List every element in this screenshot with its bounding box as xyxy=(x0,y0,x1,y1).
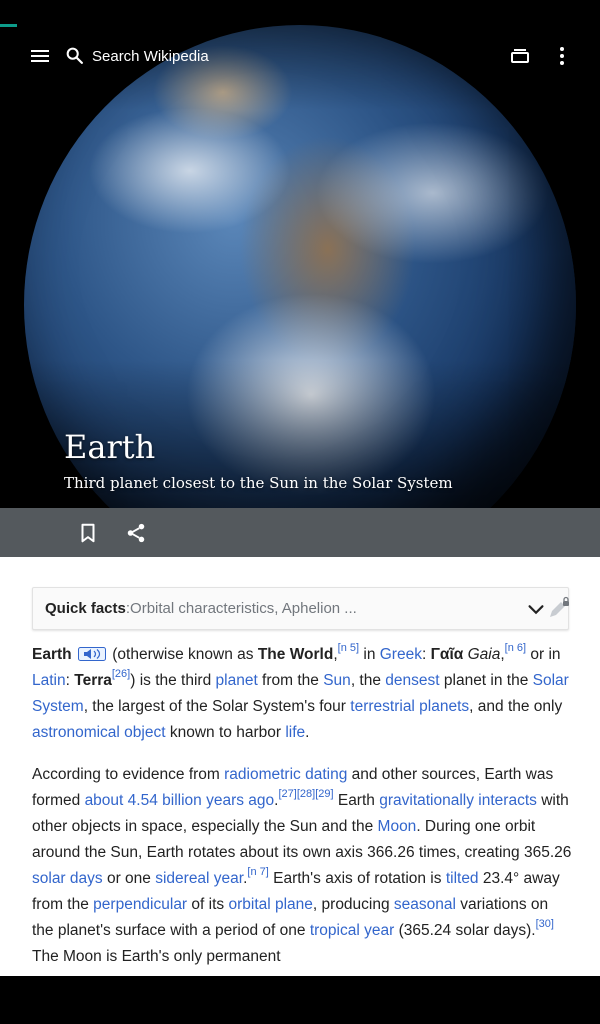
reference-link[interactable]: [n 5] xyxy=(338,642,359,654)
quick-facts-summary: Orbital characteristics, Aphelion ... xyxy=(130,600,357,617)
text: The Moon is Earth's only permanent xyxy=(32,948,281,965)
text: Earth xyxy=(333,792,380,809)
menu-button[interactable] xyxy=(16,32,64,80)
link-terrestrial-planets[interactable]: terrestrial planets xyxy=(350,698,469,715)
text: . xyxy=(305,724,310,741)
link-planet[interactable]: planet xyxy=(216,672,258,689)
link-solar-days[interactable]: solar days xyxy=(32,870,103,887)
link-moon[interactable]: Moon xyxy=(378,818,417,835)
text: : xyxy=(65,672,75,689)
tabs-button[interactable] xyxy=(496,32,544,80)
text: : xyxy=(421,646,431,663)
text: , and the only xyxy=(469,698,563,715)
system-navigation-bar xyxy=(0,976,600,1024)
link-sun[interactable]: Sun xyxy=(323,672,351,689)
text: , producing xyxy=(312,896,394,913)
tabs-icon xyxy=(511,49,529,63)
text: or one xyxy=(102,870,156,887)
article-body: Earth (otherwise known as The World,[n 5… xyxy=(32,642,572,976)
search-input[interactable]: Search Wikipedia xyxy=(64,32,464,80)
link-age-of-earth[interactable]: about 4.54 billion years ago xyxy=(85,792,275,809)
share-icon xyxy=(127,523,145,542)
link-densest[interactable]: densest xyxy=(385,672,439,689)
reference-link[interactable]: [30] xyxy=(536,918,554,930)
link-radiometric-dating[interactable]: radiometric dating xyxy=(224,766,347,783)
bold-the-world: The World xyxy=(257,646,334,663)
text: known to harbor xyxy=(165,724,286,741)
quick-facts-box[interactable]: Quick facts: Orbital characteristics, Ap… xyxy=(32,587,569,630)
link-seasonal[interactable]: seasonal xyxy=(394,896,456,913)
accent-indicator xyxy=(0,24,17,27)
link-life[interactable]: life xyxy=(285,724,305,741)
save-to-reading-list-button[interactable] xyxy=(64,508,112,557)
title-block: Earth Third planet closest to the Sun in… xyxy=(64,428,584,492)
text: from the xyxy=(257,672,324,689)
search-placeholder: Search Wikipedia xyxy=(92,47,209,65)
page-title: Earth xyxy=(64,428,156,466)
reference-link[interactable]: [28] xyxy=(297,788,315,800)
text: Earth's axis of rotation is xyxy=(268,870,446,887)
link-astronomical-object[interactable]: astronomical object xyxy=(32,724,166,741)
link-sidereal-year[interactable]: sidereal year xyxy=(155,870,243,887)
reference-link[interactable]: [27] xyxy=(278,788,296,800)
text: of its xyxy=(187,896,229,913)
text: in xyxy=(359,646,380,663)
link-orbital-plane[interactable]: orbital plane xyxy=(228,896,312,913)
text: planet in the xyxy=(439,672,533,689)
article-content: Quick facts: Orbital characteristics, Ap… xyxy=(0,557,600,976)
paragraph-intro: Earth (otherwise known as The World,[n 5… xyxy=(32,642,572,746)
text: , the xyxy=(350,672,386,689)
top-toolbar: Search Wikipedia xyxy=(0,32,600,80)
link-tilted[interactable]: tilted xyxy=(446,870,479,887)
text: (otherwise known as xyxy=(107,646,258,663)
share-button[interactable] xyxy=(112,508,160,557)
reference-link[interactable]: [n 7] xyxy=(247,866,268,878)
bold-earth: Earth xyxy=(32,646,72,663)
text: According to evidence from xyxy=(32,766,225,783)
chevron-down-icon[interactable] xyxy=(525,599,547,621)
search-icon xyxy=(66,47,83,64)
page-description: Third planet closest to the Sun in the S… xyxy=(64,474,453,492)
text: ) is the third xyxy=(130,672,216,689)
paragraph-formation: According to evidence from radiometric d… xyxy=(32,762,572,970)
bookmark-icon xyxy=(81,523,95,542)
audio-icon[interactable] xyxy=(77,647,106,661)
menu-icon xyxy=(31,50,49,62)
text: (365.24 solar days). xyxy=(394,922,536,939)
quick-facts-label: Quick facts xyxy=(45,600,126,617)
link-perpendicular[interactable]: perpendicular xyxy=(93,896,187,913)
lead-image-header: Search Wikipedia Earth Third planet clos… xyxy=(0,0,600,508)
text: or in xyxy=(526,646,561,663)
reference-link[interactable]: [26] xyxy=(112,668,130,680)
bold-terra: Terra xyxy=(74,672,112,689)
link-gravitationally-interacts[interactable]: gravitationally interacts xyxy=(379,792,537,809)
link-greek[interactable]: Greek xyxy=(380,646,422,663)
overflow-menu-button[interactable] xyxy=(538,32,586,80)
page-action-bar xyxy=(0,508,600,557)
reference-link[interactable]: [29] xyxy=(315,788,333,800)
reference-link[interactable]: [n 6] xyxy=(505,642,526,654)
more-vert-icon xyxy=(560,47,564,65)
italic-gaia: Gaia xyxy=(463,646,501,663)
edit-lock-icon[interactable] xyxy=(545,596,571,622)
link-latin[interactable]: Latin xyxy=(32,672,66,689)
link-tropical-year[interactable]: tropical year xyxy=(310,922,394,939)
bold-gaia-greek: Γαῖα xyxy=(430,646,464,663)
text: , the largest of the Solar System's four xyxy=(83,698,351,715)
